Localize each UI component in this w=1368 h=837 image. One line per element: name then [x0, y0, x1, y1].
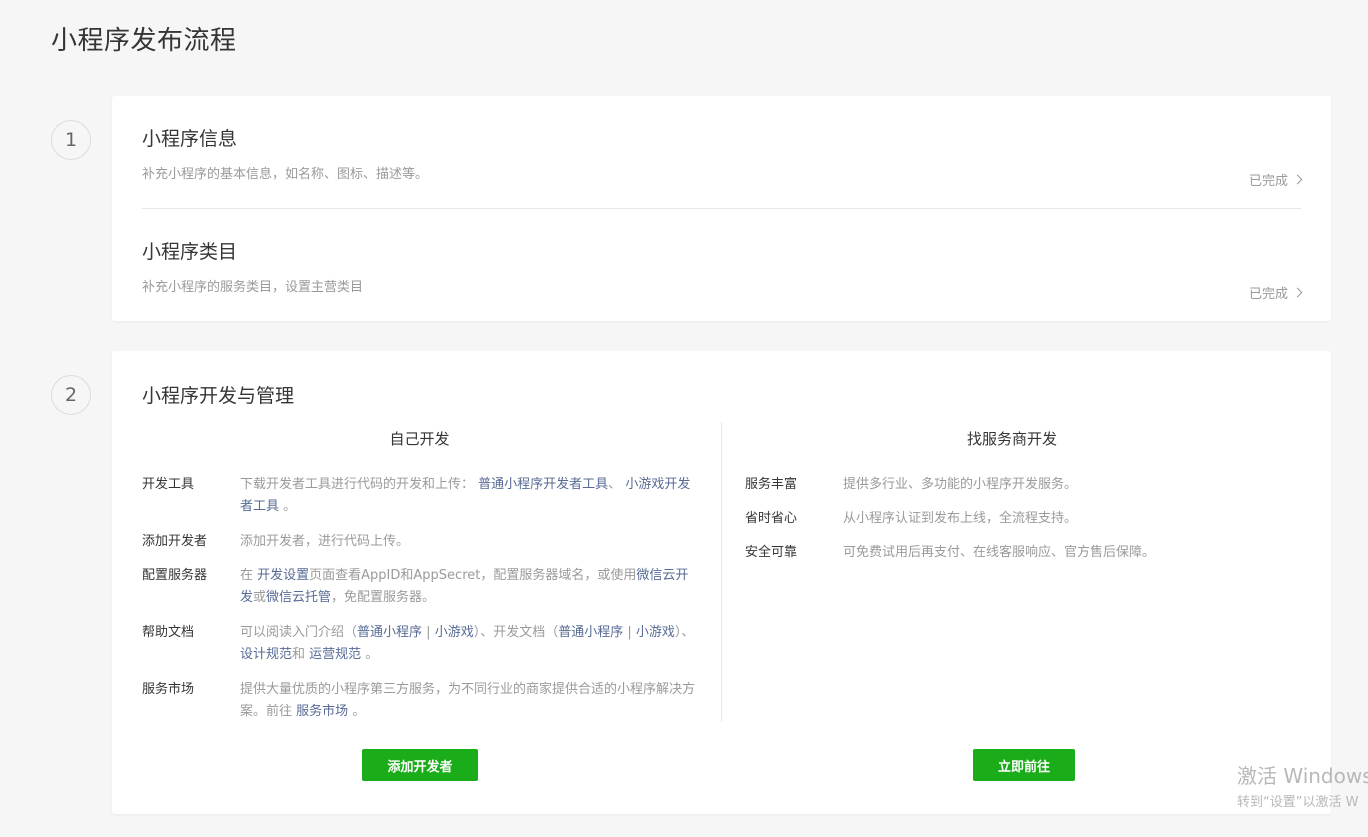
row-title: 小程序信息	[142, 128, 238, 150]
status-label: 已完成	[1248, 287, 1288, 302]
windows-activation-watermark: 激活 Windows 转到“设置”以激活 W	[1237, 760, 1368, 810]
link-intro-mini-game[interactable]: 小游戏	[435, 625, 474, 640]
card-development-management: 小程序开发与管理 自己开发 开发工具 下载开发者工具进行代码的开发和上传： 普通…	[112, 351, 1331, 814]
row-description: 补充小程序的基本信息，如名称、图标、描述等。	[142, 167, 429, 182]
link-dev-settings[interactable]: 开发设置	[257, 568, 309, 583]
item-text: 添加开发者，进行代码上传。	[240, 534, 410, 549]
item-text: 从小程序认证到发布上线，全流程支持。	[843, 511, 1078, 526]
row-mini-program-category[interactable]: 小程序类目 补充小程序的服务类目，设置主营类目 已完成	[142, 237, 1303, 302]
item-label: 开发工具	[142, 477, 195, 492]
chevron-right-icon	[1292, 287, 1303, 298]
item-dev-tools: 开发工具 下载开发者工具进行代码的开发和上传： 普通小程序开发者工具、 小游戏开…	[142, 474, 702, 519]
watermark-line1: 激活 Windows	[1237, 764, 1368, 788]
status-completed[interactable]: 已完成	[1248, 170, 1303, 189]
item-text: 提供多行业、多功能的小程序开发服务。	[843, 477, 1078, 492]
item-rich-services: 服务丰富 提供多行业、多功能的小程序开发服务。	[745, 474, 1305, 496]
item-label: 添加开发者	[142, 534, 208, 549]
link-operation-guidelines[interactable]: 运营规范	[309, 647, 361, 662]
item-label: 服务市场	[142, 682, 195, 697]
card-mini-program-setup: 小程序信息 补充小程序的基本信息，如名称、图标、描述等。 已完成 小程序类目 补…	[112, 96, 1331, 321]
item-text: 在 开发设置页面查看AppID和AppSecret，配置服务器域名，或使用微信云…	[240, 568, 689, 605]
status-label: 已完成	[1248, 174, 1288, 189]
add-developer-button[interactable]: 添加开发者	[362, 749, 478, 781]
column-heading-find-provider: 找服务商开发	[966, 430, 1057, 448]
item-safe-reliable: 安全可靠 可免费试用后再支付、在线客服响应、官方售后保障。	[745, 542, 1305, 564]
item-label: 服务丰富	[745, 477, 798, 492]
link-mini-program-devtools[interactable]: 普通小程序开发者工具	[478, 477, 608, 492]
link-intro-mini-program[interactable]: 普通小程序	[357, 625, 422, 640]
watermark-line2: 转到“设置”以激活 W	[1237, 795, 1359, 810]
step-number-1: 1	[51, 120, 91, 160]
link-design-guidelines[interactable]: 设计规范	[240, 647, 292, 662]
divider	[142, 208, 1301, 209]
item-service-market: 服务市场 提供大量优质的小程序第三方服务，为不同行业的商家提供合适的小程序解决方…	[142, 679, 702, 724]
item-save-time: 省时省心 从小程序认证到发布上线，全流程支持。	[745, 508, 1305, 530]
item-label: 省时省心	[745, 511, 798, 526]
column-heading-self-develop: 自己开发	[389, 430, 450, 448]
row-title: 小程序类目	[142, 241, 238, 263]
item-text: 下载开发者工具进行代码的开发和上传： 普通小程序开发者工具、 小游戏开发者工具 …	[240, 477, 691, 514]
item-label: 帮助文档	[142, 625, 195, 640]
link-service-market[interactable]: 服务市场	[296, 704, 348, 719]
item-label: 配置服务器	[142, 568, 208, 583]
go-now-button[interactable]: 立即前往	[973, 749, 1075, 781]
chevron-right-icon	[1292, 174, 1303, 185]
item-help-docs: 帮助文档 可以阅读入门介绍（普通小程序 | 小游戏）、开发文档（普通小程序 | …	[142, 622, 702, 667]
section-title: 小程序开发与管理	[142, 385, 295, 407]
link-docs-mini-game[interactable]: 小游戏	[636, 625, 675, 640]
column-divider	[721, 422, 722, 722]
status-completed[interactable]: 已完成	[1248, 283, 1303, 302]
link-docs-mini-program[interactable]: 普通小程序	[558, 625, 623, 640]
step-number-2: 2	[51, 375, 91, 415]
item-configure-server: 配置服务器 在 开发设置页面查看AppID和AppSecret，配置服务器域名，…	[142, 565, 702, 610]
item-add-developer: 添加开发者 添加开发者，进行代码上传。	[142, 531, 702, 553]
link-wechat-cloud-hosting[interactable]: 微信云托管	[266, 590, 331, 605]
item-text: 可免费试用后再支付、在线客服响应、官方售后保障。	[843, 545, 1156, 560]
item-text: 提供大量优质的小程序第三方服务，为不同行业的商家提供合适的小程序解决方案。前往 …	[240, 682, 696, 719]
row-mini-program-info[interactable]: 小程序信息 补充小程序的基本信息，如名称、图标、描述等。 已完成	[142, 124, 1303, 189]
row-description: 补充小程序的服务类目，设置主营类目	[142, 280, 364, 295]
item-label: 安全可靠	[745, 545, 798, 560]
page-title: 小程序发布流程	[51, 26, 237, 56]
item-text: 可以阅读入门介绍（普通小程序 | 小游戏）、开发文档（普通小程序 | 小游戏）、…	[240, 625, 695, 662]
